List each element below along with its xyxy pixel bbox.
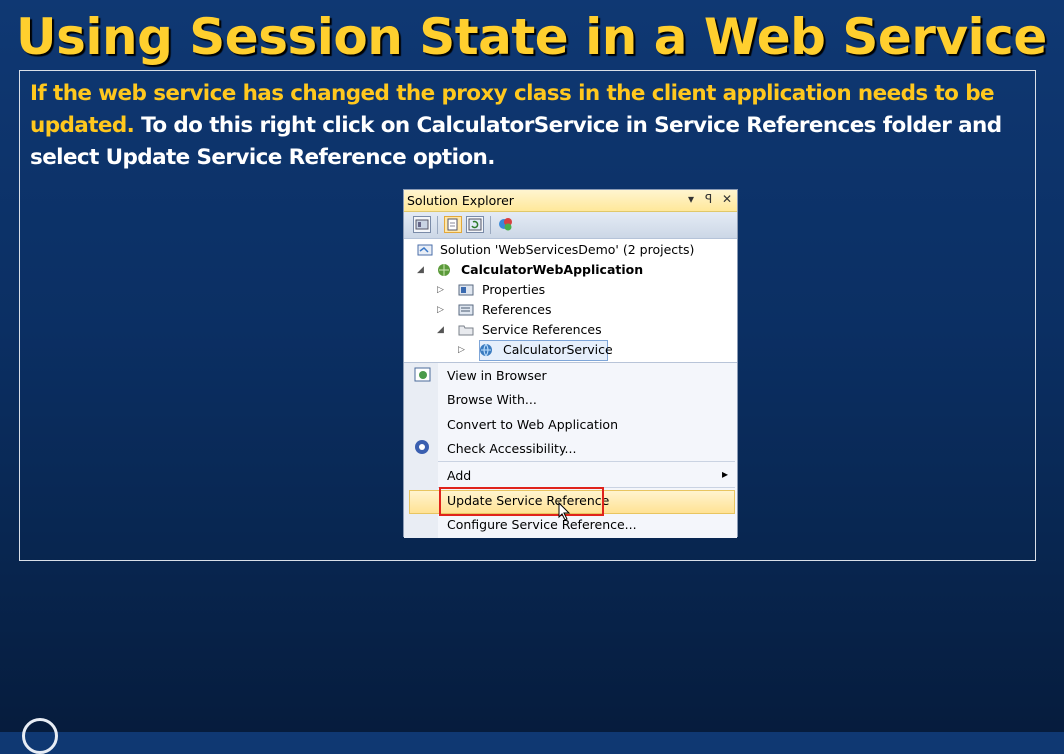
annotation-highlight-box — [439, 487, 604, 516]
web-project-icon — [438, 264, 450, 276]
solution-explorer-toolbar — [404, 212, 737, 239]
expanded-arrow-icon[interactable]: ◢ — [417, 260, 424, 280]
references-label: References — [482, 302, 552, 317]
calculator-service-label: CalculatorService — [503, 342, 613, 357]
corner-logo-icon — [22, 718, 58, 754]
menu-item-check-accessibility[interactable]: Check Accessibility... — [447, 438, 576, 460]
menu-separator — [438, 461, 735, 462]
mouse-cursor-icon — [558, 502, 571, 521]
menu-item-add[interactable]: Add — [447, 465, 471, 487]
collapsed-arrow-icon[interactable]: ▷ — [458, 340, 465, 360]
pin-icon[interactable]: ꟼ — [705, 192, 712, 206]
references-icon — [458, 304, 474, 316]
body-line-2: updated. To do this right click on Calcu… — [30, 110, 1030, 142]
menu-item-browse-with[interactable]: Browse With... — [447, 389, 537, 411]
collapsed-arrow-icon[interactable]: ▷ — [437, 300, 444, 320]
toolbar-divider — [437, 216, 438, 234]
solution-explorer-titlebar: Solution Explorer ▾ ꟼ ✕ — [404, 190, 737, 212]
body-text-2: To do this right click on CalculatorServ… — [141, 113, 1002, 138]
properties-icon — [458, 284, 474, 296]
view-in-browser-icon — [414, 367, 431, 382]
menu-item-view-in-browser[interactable]: View in Browser — [447, 365, 547, 387]
body-line-1: If the web service has changed the proxy… — [30, 78, 1030, 110]
properties-toolbar-icon[interactable] — [413, 216, 431, 233]
solution-explorer-title: Solution Explorer — [407, 193, 514, 208]
folder-icon — [458, 325, 474, 336]
accessibility-icon — [415, 440, 429, 454]
menu-item-configure-service-reference[interactable]: Configure Service Reference... — [447, 514, 637, 536]
expanded-arrow-icon[interactable]: ◢ — [437, 320, 444, 340]
submenu-arrow-icon: ▸ — [722, 467, 729, 481]
service-reference-icon — [480, 343, 492, 357]
menu-item-convert-to-web-application[interactable]: Convert to Web Application — [447, 414, 618, 436]
solution-icon — [417, 244, 433, 256]
body-highlight-1: If the web service has changed the proxy… — [30, 81, 995, 106]
service-references-label: Service References — [482, 322, 602, 337]
body-highlight-2: updated. — [30, 113, 135, 138]
refresh-icon[interactable] — [466, 216, 484, 233]
collapsed-arrow-icon[interactable]: ▷ — [437, 280, 444, 300]
body-line-3: select Update Service Reference option. — [30, 145, 495, 170]
solution-explorer-panel: Solution Explorer ▾ ꟼ ✕ Solution 'WebSer… — [403, 189, 738, 538]
show-all-files-icon[interactable] — [444, 216, 462, 233]
dropdown-icon[interactable]: ▾ — [688, 192, 694, 206]
class-diagram-icon[interactable] — [497, 216, 515, 233]
toolbar-divider — [490, 216, 491, 234]
properties-label: Properties — [482, 282, 546, 297]
solution-label: Solution 'WebServicesDemo' (2 projects) — [440, 242, 695, 257]
close-icon[interactable]: ✕ — [722, 192, 732, 206]
slide-body: If the web service has changed the proxy… — [30, 78, 1030, 174]
slide-title: Using Session State in a Web Service — [16, 8, 1047, 66]
project-label: CalculatorWebApplication — [461, 262, 644, 277]
